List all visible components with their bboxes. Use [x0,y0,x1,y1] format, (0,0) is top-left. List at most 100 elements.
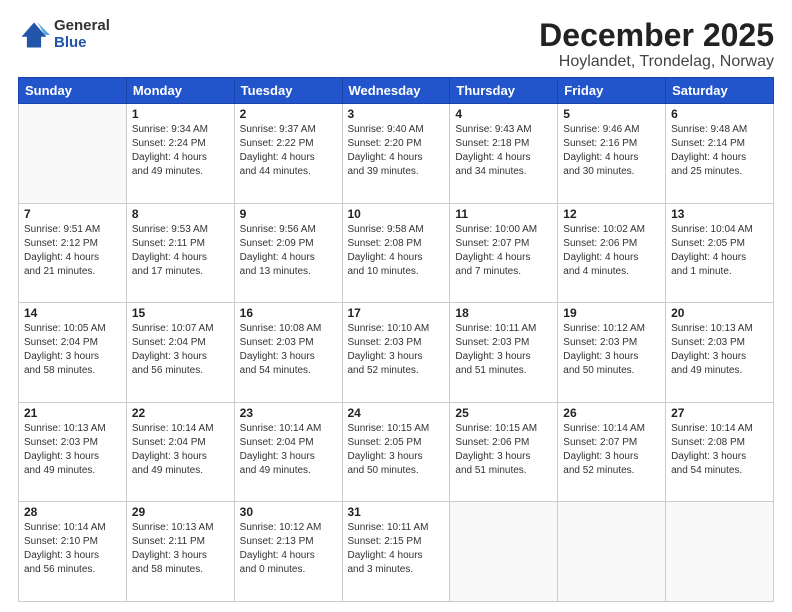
week-row-3: 21Sunrise: 10:13 AM Sunset: 2:03 PM Dayl… [19,402,774,502]
day-info: Sunrise: 10:14 AM Sunset: 2:08 PM Daylig… [671,422,768,478]
day-number: 5 [563,107,660,121]
calendar-cell [450,502,558,602]
header: General Blue December 2025 Hoylandet, Tr… [18,18,774,71]
week-row-4: 28 Sunrise: 10:14 AM Sunset: 2:10 PM Dayl… [19,502,774,602]
calendar-cell: 4 Sunrise: 9:43 AM Sunset: 2:18 PM Daylig… [450,104,558,204]
calendar-cell: 11 Sunrise: 10:00 AM Sunset: 2:07 PM Dayl… [450,203,558,303]
calendar-cell: 6 Sunrise: 9:48 AM Sunset: 2:14 PM Daylig… [666,104,774,204]
calendar-cell: 12 Sunrise: 10:02 AM Sunset: 2:06 PM Dayl… [558,203,666,303]
day-info: Sunrise: 9:56 AM Sunset: 2:09 PM Dayligh… [240,223,337,279]
calendar-cell: 22 Sunrise: 10:14 AM Sunset: 2:04 PM Dayl… [126,402,234,502]
page-subtitle: Hoylandet, Trondelag, Norway [539,53,774,71]
calendar-cell: 16 Sunrise: 10:08 AM Sunset: 2:03 PM Dayl… [234,303,342,403]
header-friday: Friday [558,78,666,104]
day-info: Sunrise: 10:11 AM Sunset: 2:15 PM Daylig… [348,521,445,577]
calendar-header: SundayMondayTuesdayWednesdayThursdayFrid… [19,78,774,104]
day-number: 31 [348,505,445,519]
logo-general: General [54,18,110,35]
week-row-0: 1Sunrise: 9:34 AM Sunset: 2:24 PM Daylig… [19,104,774,204]
day-number: 18 [455,306,552,320]
day-number: 9 [240,207,337,221]
day-info: Sunrise: 10:15 AM Sunset: 2:06 PM Daylig… [455,422,552,478]
calendar-cell: 19Sunrise: 10:12 AM Sunset: 2:03 PM Dayl… [558,303,666,403]
calendar-cell: 5 Sunrise: 9:46 AM Sunset: 2:16 PM Daylig… [558,104,666,204]
day-number: 7 [24,207,121,221]
header-row: SundayMondayTuesdayWednesdayThursdayFrid… [19,78,774,104]
calendar-cell [558,502,666,602]
day-info: Sunrise: 9:46 AM Sunset: 2:16 PM Dayligh… [563,123,660,179]
day-number: 17 [348,306,445,320]
calendar-cell: 14Sunrise: 10:05 AM Sunset: 2:04 PM Dayl… [19,303,127,403]
day-info: Sunrise: 10:13 AM Sunset: 2:03 PM Daylig… [671,322,768,378]
day-number: 23 [240,406,337,420]
day-info: Sunrise: 10:02 AM Sunset: 2:06 PM Daylig… [563,223,660,279]
day-number: 2 [240,107,337,121]
calendar-cell: 26 Sunrise: 10:14 AM Sunset: 2:07 PM Dayl… [558,402,666,502]
header-thursday: Thursday [450,78,558,104]
day-info: Sunrise: 10:13 AM Sunset: 2:11 PM Daylig… [132,521,229,577]
calendar-cell: 8 Sunrise: 9:53 AM Sunset: 2:11 PM Daylig… [126,203,234,303]
day-info: Sunrise: 9:37 AM Sunset: 2:22 PM Dayligh… [240,123,337,179]
day-number: 27 [671,406,768,420]
day-info: Sunrise: 9:53 AM Sunset: 2:11 PM Dayligh… [132,223,229,279]
calendar-cell: 3Sunrise: 9:40 AM Sunset: 2:20 PM Daylig… [342,104,450,204]
day-info: Sunrise: 10:14 AM Sunset: 2:04 PM Daylig… [132,422,229,478]
header-wednesday: Wednesday [342,78,450,104]
calendar-cell: 18 Sunrise: 10:11 AM Sunset: 2:03 PM Dayl… [450,303,558,403]
day-number: 8 [132,207,229,221]
calendar-cell: 24Sunrise: 10:15 AM Sunset: 2:05 PM Dayl… [342,402,450,502]
day-info: Sunrise: 9:48 AM Sunset: 2:14 PM Dayligh… [671,123,768,179]
header-sunday: Sunday [19,78,127,104]
calendar-table: SundayMondayTuesdayWednesdayThursdayFrid… [18,77,774,602]
day-info: Sunrise: 10:11 AM Sunset: 2:03 PM Daylig… [455,322,552,378]
day-info: Sunrise: 10:10 AM Sunset: 2:03 PM Daylig… [348,322,445,378]
calendar-cell: 7 Sunrise: 9:51 AM Sunset: 2:12 PM Daylig… [19,203,127,303]
calendar-cell: 28 Sunrise: 10:14 AM Sunset: 2:10 PM Dayl… [19,502,127,602]
logo-text: General Blue [54,18,110,51]
day-info: Sunrise: 9:43 AM Sunset: 2:18 PM Dayligh… [455,123,552,179]
day-info: Sunrise: 10:12 AM Sunset: 2:03 PM Daylig… [563,322,660,378]
calendar-cell [666,502,774,602]
logo-blue: Blue [54,35,110,52]
day-number: 13 [671,207,768,221]
day-info: Sunrise: 10:00 AM Sunset: 2:07 PM Daylig… [455,223,552,279]
day-info: Sunrise: 10:14 AM Sunset: 2:10 PM Daylig… [24,521,121,577]
calendar-cell: 25 Sunrise: 10:15 AM Sunset: 2:06 PM Dayl… [450,402,558,502]
day-number: 30 [240,505,337,519]
day-info: Sunrise: 10:08 AM Sunset: 2:03 PM Daylig… [240,322,337,378]
day-info: Sunrise: 9:34 AM Sunset: 2:24 PM Dayligh… [132,123,229,179]
calendar-cell: 21Sunrise: 10:13 AM Sunset: 2:03 PM Dayl… [19,402,127,502]
day-number: 25 [455,406,552,420]
day-number: 4 [455,107,552,121]
day-number: 28 [24,505,121,519]
calendar-cell: 31 Sunrise: 10:11 AM Sunset: 2:15 PM Dayl… [342,502,450,602]
page: General Blue December 2025 Hoylandet, Tr… [0,0,792,612]
day-info: Sunrise: 9:51 AM Sunset: 2:12 PM Dayligh… [24,223,121,279]
day-number: 11 [455,207,552,221]
day-info: Sunrise: 10:05 AM Sunset: 2:04 PM Daylig… [24,322,121,378]
calendar-cell: 10 Sunrise: 9:58 AM Sunset: 2:08 PM Dayli… [342,203,450,303]
day-number: 22 [132,406,229,420]
header-monday: Monday [126,78,234,104]
day-number: 6 [671,107,768,121]
calendar-cell: 9 Sunrise: 9:56 AM Sunset: 2:09 PM Daylig… [234,203,342,303]
day-info: Sunrise: 10:14 AM Sunset: 2:04 PM Daylig… [240,422,337,478]
calendar-cell: 30Sunrise: 10:12 AM Sunset: 2:13 PM Dayl… [234,502,342,602]
day-number: 26 [563,406,660,420]
day-info: Sunrise: 10:04 AM Sunset: 2:05 PM Daylig… [671,223,768,279]
day-number: 16 [240,306,337,320]
day-info: Sunrise: 10:14 AM Sunset: 2:07 PM Daylig… [563,422,660,478]
calendar-cell: 20Sunrise: 10:13 AM Sunset: 2:03 PM Dayl… [666,303,774,403]
header-tuesday: Tuesday [234,78,342,104]
day-info: Sunrise: 9:40 AM Sunset: 2:20 PM Dayligh… [348,123,445,179]
day-info: Sunrise: 9:58 AM Sunset: 2:08 PM Dayligh… [348,223,445,279]
calendar-cell: 27 Sunrise: 10:14 AM Sunset: 2:08 PM Dayl… [666,402,774,502]
day-number: 12 [563,207,660,221]
calendar-cell: 23 Sunrise: 10:14 AM Sunset: 2:04 PM Dayl… [234,402,342,502]
title-block: December 2025 Hoylandet, Trondelag, Norw… [539,18,774,71]
day-number: 21 [24,406,121,420]
day-number: 29 [132,505,229,519]
day-number: 10 [348,207,445,221]
logo-icon [18,19,50,51]
day-number: 24 [348,406,445,420]
